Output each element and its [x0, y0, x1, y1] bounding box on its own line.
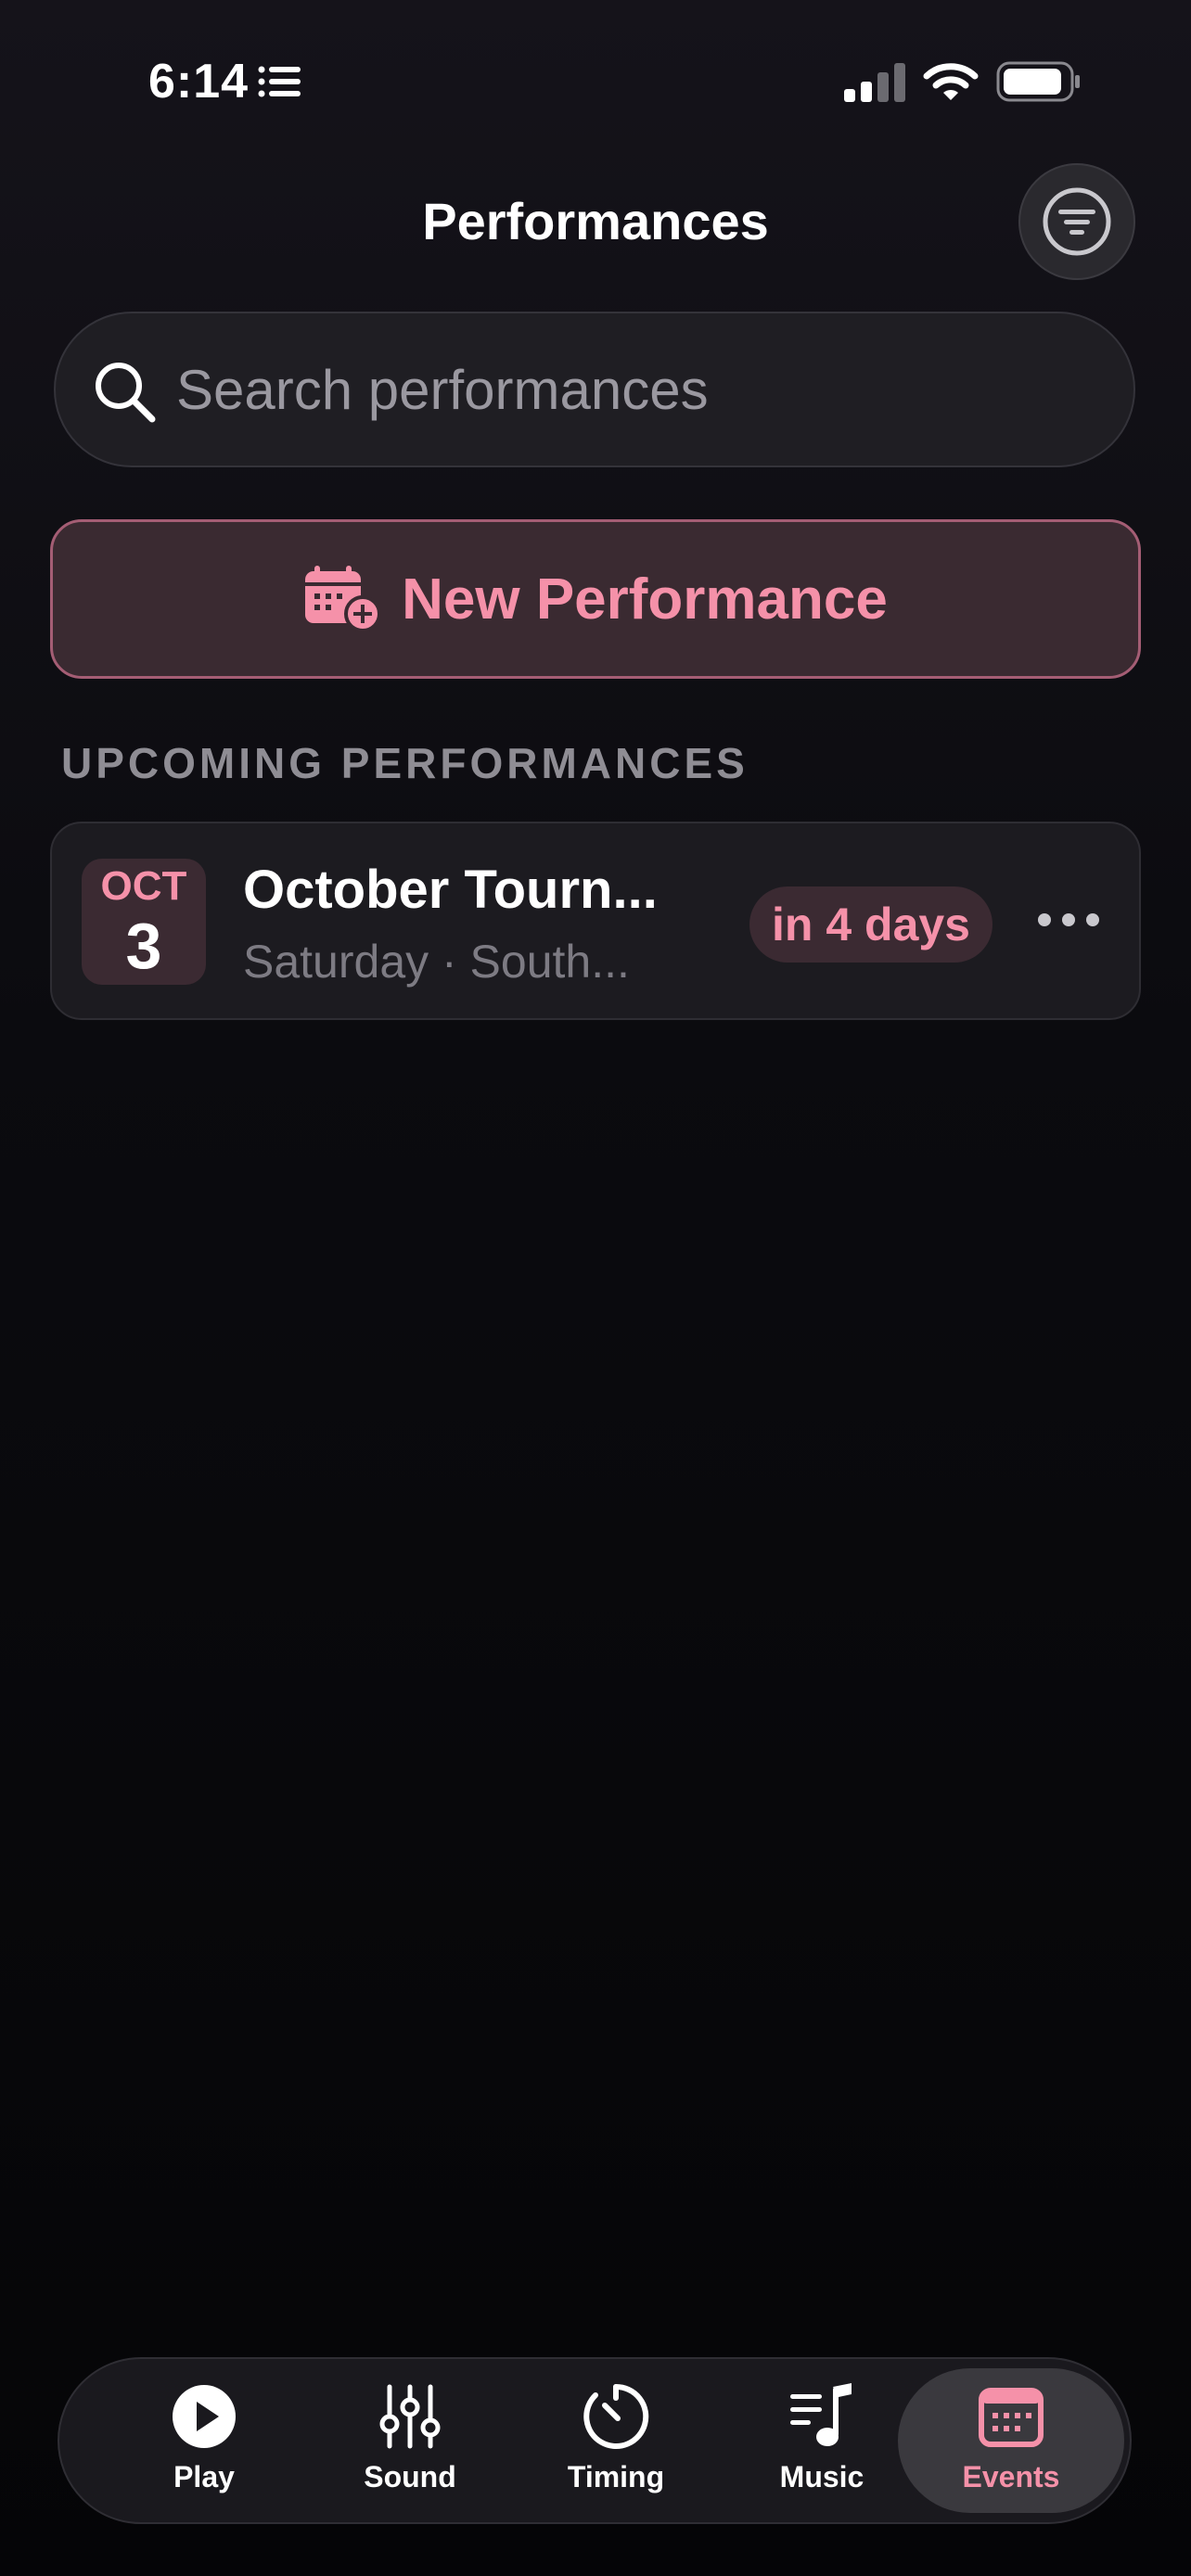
cellular-signal-icon: [844, 63, 905, 102]
section-header-upcoming: UPCOMING PERFORMANCES: [61, 739, 749, 787]
calendar-plus-icon: [305, 566, 382, 632]
date-day: 3: [125, 910, 162, 982]
status-time: 6:14: [148, 55, 250, 108]
timer-icon: [583, 2383, 649, 2449]
status-bar: 6:14: [0, 0, 1191, 158]
new-performance-label: New Performance: [402, 567, 888, 631]
wifi-icon: [923, 63, 979, 100]
play-circle-icon: [173, 2385, 236, 2448]
date-month: OCT: [100, 863, 187, 909]
page-title: Performances: [422, 192, 769, 250]
tab-label: Events: [962, 2460, 1060, 2493]
tab-timing[interactable]: Timing: [503, 2368, 729, 2513]
tab-label: Play: [173, 2460, 235, 2493]
tab-events[interactable]: Events: [898, 2368, 1124, 2513]
tab-sound[interactable]: Sound: [297, 2368, 523, 2513]
more-options-icon[interactable]: [1035, 907, 1102, 933]
tab-label: Timing: [567, 2460, 665, 2493]
music-list-icon: [790, 2383, 852, 2446]
countdown-badge: in 4 days: [749, 886, 992, 963]
search-input[interactable]: [176, 313, 1085, 465]
filter-icon: [1043, 187, 1111, 256]
sliders-icon: [379, 2384, 441, 2449]
date-badge: OCT 3: [82, 859, 206, 985]
performance-card[interactable]: OCT 3 October Tourn... Saturday · South.…: [50, 822, 1141, 1020]
tab-label: Sound: [364, 2460, 456, 2493]
event-title: October Tourn...: [243, 860, 658, 920]
filter-button[interactable]: [1018, 163, 1135, 280]
list-icon: [258, 66, 301, 97]
search-bar[interactable]: [54, 312, 1135, 467]
tab-bar: Play Sound Timing Music Events: [58, 2357, 1132, 2524]
new-performance-button[interactable]: New Performance: [50, 519, 1141, 679]
search-icon: [96, 363, 156, 423]
tab-play[interactable]: Play: [91, 2368, 317, 2513]
battery-icon: [996, 61, 1080, 102]
event-subtitle: Saturday · South...: [243, 936, 630, 988]
calendar-icon: [979, 2388, 1044, 2447]
